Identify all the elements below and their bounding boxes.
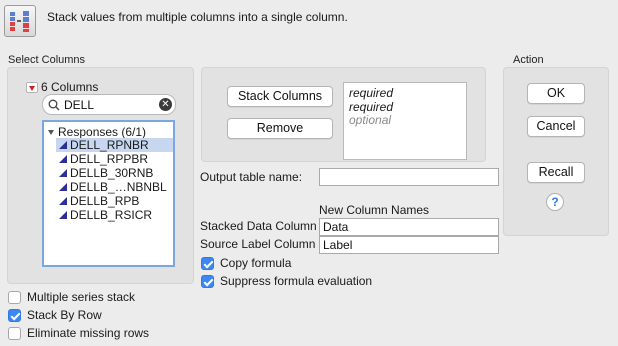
continuous-column-icon (59, 169, 67, 177)
output-table-name-input[interactable] (319, 168, 499, 186)
remove-button[interactable]: Remove (227, 118, 333, 139)
recall-button[interactable]: Recall (527, 162, 585, 183)
stack-by-row-checkbox[interactable] (8, 308, 21, 322)
list-item[interactable]: DELLB_RSICR (56, 208, 173, 222)
list-item[interactable]: DELLB_30RNB (56, 166, 173, 180)
red-triangle-menu-icon[interactable] (26, 81, 38, 93)
disclosure-triangle-icon[interactable] (48, 129, 54, 135)
multiple-series-checkbox[interactable] (8, 290, 21, 304)
help-icon[interactable]: ? (546, 193, 564, 211)
column-search[interactable]: ✕ (42, 94, 176, 115)
source-label-column-input[interactable] (319, 236, 499, 254)
continuous-column-icon (59, 183, 67, 191)
list-group-responses[interactable]: Responses (6/1) (48, 125, 146, 139)
list-item[interactable]: DELLB_RPB (56, 194, 173, 208)
role-slot-required[interactable]: required (349, 86, 461, 101)
role-slot-optional[interactable]: optional (349, 113, 461, 128)
action-title: Action (513, 54, 544, 66)
list-item[interactable]: DELL_RPNBR (56, 138, 173, 152)
stacked-data-column-input[interactable] (319, 218, 499, 236)
select-columns-title: Select Columns (8, 54, 86, 66)
continuous-column-icon (59, 155, 67, 163)
list-item[interactable]: DELL_RPPBR (56, 152, 173, 166)
copy-formula-checkbox[interactable] (201, 256, 214, 270)
columns-toggle[interactable]: 6 Columns (26, 80, 98, 94)
cancel-button[interactable]: Cancel (527, 116, 585, 137)
suppress-formula-option[interactable]: Suppress formula evaluation (201, 274, 372, 288)
search-icon (48, 99, 60, 110)
output-table-name-label: Output table name: (200, 170, 303, 184)
columns-count-label: 6 Columns (41, 80, 99, 94)
header-description: Stack values from multiple columns into … (47, 10, 348, 24)
continuous-column-icon (59, 141, 67, 149)
search-input[interactable] (64, 97, 154, 112)
copy-formula-option[interactable]: Copy formula (201, 256, 291, 270)
stack-columns-button[interactable]: Stack Columns (227, 86, 333, 107)
stacked-data-column-label: Stacked Data Column (200, 219, 317, 233)
ok-button[interactable]: OK (527, 83, 585, 104)
continuous-column-icon (59, 211, 67, 219)
role-list[interactable]: required required optional (343, 82, 467, 160)
stack-by-row-option[interactable]: Stack By Row (8, 308, 102, 322)
clear-search-icon[interactable]: ✕ (159, 98, 172, 111)
list-item[interactable]: DELLB_…NBNBL (56, 180, 173, 194)
new-column-names-label: New Column Names (319, 203, 430, 217)
role-slot-required[interactable]: required (349, 100, 461, 115)
continuous-column-icon (59, 197, 67, 205)
stack-icon (4, 5, 36, 37)
group-label: Responses (6/1) (58, 125, 147, 139)
column-list[interactable]: Responses (6/1) DELL_RPNBR DELL_RPPBR DE… (42, 120, 175, 267)
eliminate-missing-option[interactable]: Eliminate missing rows (8, 326, 149, 340)
multiple-series-option[interactable]: Multiple series stack (8, 290, 135, 304)
source-label-column-label: Source Label Column (200, 237, 316, 251)
suppress-formula-checkbox[interactable] (201, 274, 214, 288)
eliminate-missing-checkbox[interactable] (8, 326, 21, 340)
